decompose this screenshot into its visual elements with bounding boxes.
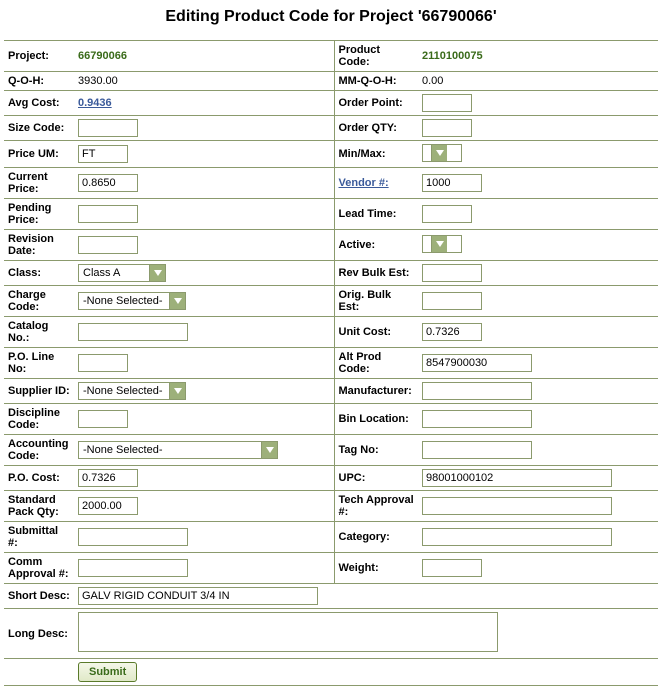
input-weight[interactable] <box>422 559 482 577</box>
select-class-text: Class A <box>79 265 149 281</box>
label-qoh: Q-O-H: <box>4 72 74 91</box>
input-price-um[interactable] <box>78 145 128 163</box>
label-mm-qoh: MM-Q-O-H: <box>334 72 418 91</box>
label-price-um: Price UM: <box>4 141 74 168</box>
input-short-desc[interactable] <box>78 587 318 605</box>
chevron-down-icon <box>261 442 277 458</box>
input-bin-location[interactable] <box>422 410 532 428</box>
label-catalog-no: Catalog No.: <box>4 317 74 348</box>
input-catalog-no[interactable] <box>78 323 188 341</box>
label-short-desc: Short Desc: <box>4 584 74 609</box>
input-tech-approval-no[interactable] <box>422 497 612 515</box>
select-accounting-code[interactable]: -None Selected- <box>78 441 278 459</box>
input-order-qty[interactable] <box>422 119 472 137</box>
value-product-code: 2110100075 <box>422 50 483 62</box>
input-order-point[interactable] <box>422 94 472 112</box>
chevron-down-icon <box>149 265 165 281</box>
label-product-code: Product Code: <box>334 41 418 72</box>
input-discipline-code[interactable] <box>78 410 128 428</box>
input-submittal-no[interactable] <box>78 528 188 546</box>
submit-button[interactable]: Submit <box>78 662 137 682</box>
select-supplier-id[interactable]: -None Selected- <box>78 382 186 400</box>
select-charge-code[interactable]: -None Selected- <box>78 292 186 310</box>
label-po-cost: P.O. Cost: <box>4 466 74 491</box>
label-po-line-no: P.O. Line No: <box>4 348 74 379</box>
label-manufacturer: Manufacturer: <box>334 379 418 404</box>
label-avg-cost: Avg Cost: <box>4 91 74 116</box>
label-submittal-no: Submittal #: <box>4 522 74 553</box>
input-current-price[interactable] <box>78 174 138 192</box>
input-orig-bulk-est[interactable] <box>422 292 482 310</box>
link-avg-cost[interactable]: 0.9436 <box>78 97 112 109</box>
label-category: Category: <box>334 522 418 553</box>
input-alt-prod-code[interactable] <box>422 354 532 372</box>
select-min-max-text <box>423 145 431 161</box>
input-unit-cost[interactable] <box>422 323 482 341</box>
input-pending-price[interactable] <box>78 205 138 223</box>
input-comm-approval-no[interactable] <box>78 559 188 577</box>
input-vendor-no[interactable] <box>422 174 482 192</box>
select-charge-code-text: -None Selected- <box>79 293 169 309</box>
input-revision-date[interactable] <box>78 236 138 254</box>
select-active-text <box>423 236 431 252</box>
chevron-down-icon <box>169 383 185 399</box>
chevron-down-icon <box>169 293 185 309</box>
label-supplier-id: Supplier ID: <box>4 379 74 404</box>
label-pending-price: Pending Price: <box>4 199 74 230</box>
label-rev-bulk-est: Rev Bulk Est: <box>334 261 418 286</box>
label-current-price: Current Price: <box>4 168 74 199</box>
label-order-qty: Order QTY: <box>334 116 418 141</box>
input-category[interactable] <box>422 528 612 546</box>
label-revision-date: Revision Date: <box>4 230 74 261</box>
label-discipline-code: Discipline Code: <box>4 404 74 435</box>
label-upc: UPC: <box>334 466 418 491</box>
label-size-code: Size Code: <box>4 116 74 141</box>
label-standard-pack-qty: Standard Pack Qty: <box>4 491 74 522</box>
label-tech-approval-no: Tech Approval #: <box>334 491 418 522</box>
label-active: Active: <box>334 230 418 261</box>
label-lead-time: Lead Time: <box>334 199 418 230</box>
label-tag-no: Tag No: <box>334 435 418 466</box>
input-size-code[interactable] <box>78 119 138 137</box>
label-long-desc: Long Desc: <box>4 609 74 659</box>
chevron-down-icon <box>431 236 447 252</box>
chevron-down-icon <box>431 145 447 161</box>
value-project: 66790066 <box>78 50 127 62</box>
value-qoh: 3930.00 <box>78 75 118 87</box>
select-min-max[interactable] <box>422 144 462 162</box>
select-accounting-code-text: -None Selected- <box>79 442 261 458</box>
select-class[interactable]: Class A <box>78 264 166 282</box>
page-title: Editing Product Code for Project '667900… <box>4 8 658 26</box>
input-manufacturer[interactable] <box>422 382 532 400</box>
input-standard-pack-qty[interactable] <box>78 497 138 515</box>
input-lead-time[interactable] <box>422 205 472 223</box>
label-accounting-code: Accounting Code: <box>4 435 74 466</box>
label-charge-code: Charge Code: <box>4 286 74 317</box>
input-tag-no[interactable] <box>422 441 532 459</box>
form-table: Project: 66790066 Product Code: 21101000… <box>4 40 658 686</box>
label-comm-approval-no: Comm Approval #: <box>4 553 74 584</box>
label-order-point: Order Point: <box>334 91 418 116</box>
label-class: Class: <box>4 261 74 286</box>
input-po-cost[interactable] <box>78 469 138 487</box>
label-alt-prod-code: Alt Prod Code: <box>334 348 418 379</box>
link-vendor-no[interactable]: Vendor #: <box>339 177 389 189</box>
value-mm-qoh: 0.00 <box>422 75 443 87</box>
label-project: Project: <box>4 41 74 72</box>
label-weight: Weight: <box>334 553 418 584</box>
label-min-max: Min/Max: <box>334 141 418 168</box>
select-supplier-id-text: -None Selected- <box>79 383 169 399</box>
textarea-long-desc[interactable] <box>78 612 498 652</box>
select-active[interactable] <box>422 235 462 253</box>
input-upc[interactable] <box>422 469 612 487</box>
input-po-line-no[interactable] <box>78 354 128 372</box>
input-rev-bulk-est[interactable] <box>422 264 482 282</box>
label-orig-bulk-est: Orig. Bulk Est: <box>334 286 418 317</box>
label-unit-cost: Unit Cost: <box>334 317 418 348</box>
label-bin-location: Bin Location: <box>334 404 418 435</box>
